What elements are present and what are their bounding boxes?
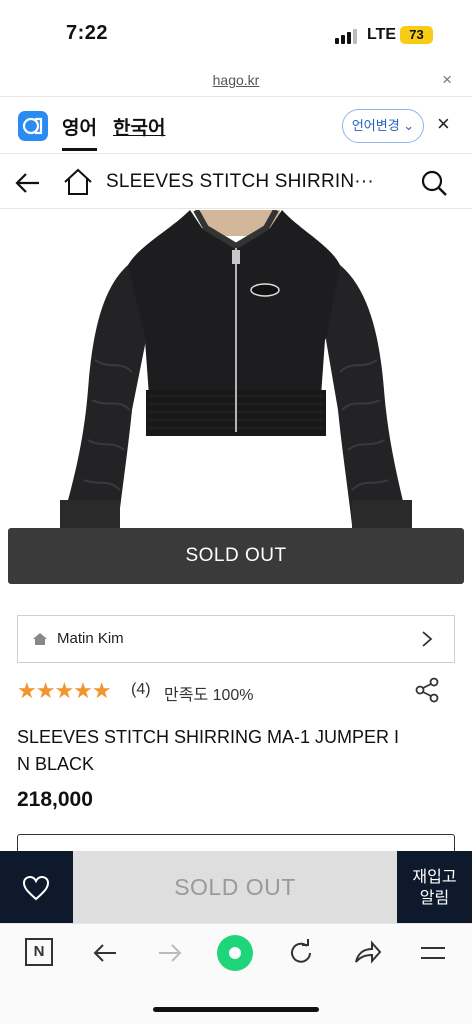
- tab-target-language[interactable]: 한국어: [113, 113, 165, 140]
- brand-link[interactable]: Matin Kim: [17, 615, 455, 663]
- brand-name: Matin Kim: [57, 630, 124, 647]
- back-arrow-icon[interactable]: [14, 169, 42, 197]
- search-icon[interactable]: [420, 169, 448, 197]
- url-bar: hago.kr ×: [0, 66, 472, 96]
- restock-alert-button[interactable]: 재입고 알림: [397, 851, 472, 923]
- home-icon[interactable]: [62, 167, 94, 197]
- forward-icon[interactable]: [155, 938, 185, 968]
- chevron-right-icon: [422, 631, 433, 647]
- url-text[interactable]: hago.kr: [0, 72, 472, 88]
- translate-app-icon: [18, 111, 48, 141]
- signal-icon: [335, 28, 359, 44]
- share-icon[interactable]: [414, 677, 440, 703]
- product-name: SLEEVES STITCH SHIRRING MA-1 JUMPER IN B…: [17, 727, 400, 774]
- home-indicator: [153, 1007, 319, 1012]
- product-price: 218,000: [17, 788, 93, 811]
- heart-icon: [22, 875, 50, 901]
- network-type: LTE: [367, 26, 397, 43]
- page-header: SLEEVES STITCH SHIRRIN···: [0, 155, 472, 209]
- star-rating-icon: ★★★★★: [17, 678, 112, 703]
- close-url-icon[interactable]: ×: [442, 70, 452, 90]
- translate-bar: 영어 한국어 언어변경 ⌄ ×: [0, 96, 472, 154]
- sold-out-button[interactable]: SOLD OUT: [73, 851, 397, 923]
- share-arrow-icon[interactable]: [352, 938, 382, 968]
- back-icon[interactable]: [90, 938, 120, 968]
- change-language-button[interactable]: 언어변경 ⌄: [342, 109, 424, 143]
- home-icon: [33, 633, 47, 645]
- page-title: SLEEVES STITCH SHIRRIN···: [106, 171, 374, 192]
- green-dot-icon[interactable]: [217, 935, 253, 971]
- sold-out-overlay: SOLD OUT: [8, 528, 464, 584]
- product-image[interactable]: [0, 210, 472, 530]
- satisfaction-text: 만족도 100%: [164, 687, 254, 704]
- close-translate-icon[interactable]: ×: [437, 111, 450, 137]
- menu-icon[interactable]: [418, 938, 448, 968]
- status-time: 7:22: [66, 22, 109, 44]
- status-bar: 7:22 LTE 73: [0, 0, 472, 66]
- battery-icon: 73: [400, 26, 433, 44]
- review-count: (4): [131, 681, 151, 698]
- purchase-bar: SOLD OUT 재입고 알림: [0, 851, 472, 923]
- wishlist-button[interactable]: [0, 851, 73, 923]
- refresh-icon[interactable]: [286, 938, 316, 968]
- naver-home-icon[interactable]: N: [25, 938, 53, 966]
- tab-source-language[interactable]: 영어: [62, 113, 97, 151]
